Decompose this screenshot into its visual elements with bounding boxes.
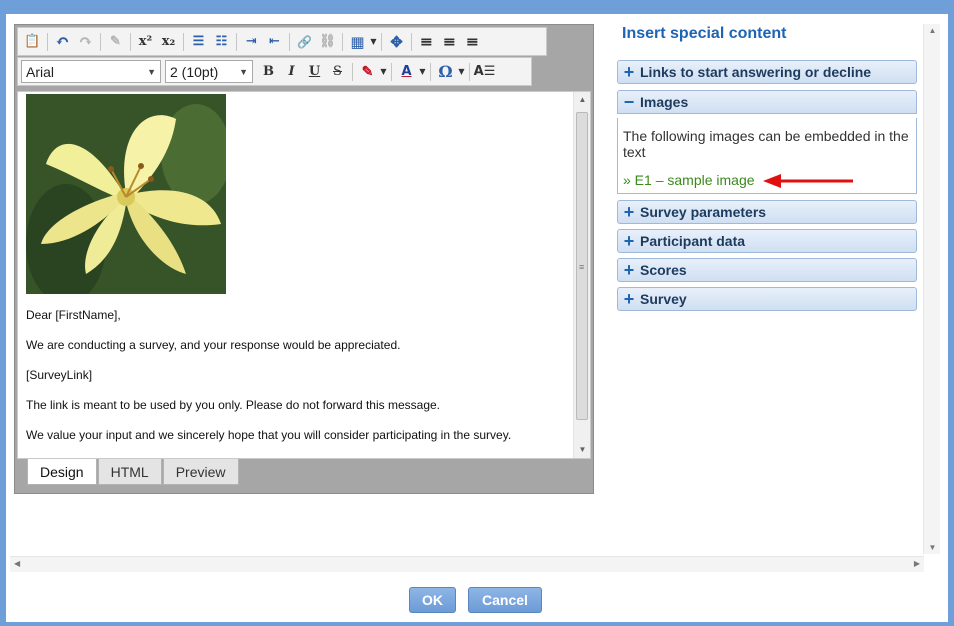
section-scores[interactable]: + Scores [617,258,917,282]
bold-button[interactable]: B [257,60,280,83]
plus-icon: + [623,202,635,222]
dialog-horizontal-scrollbar[interactable]: ◀ ▶ [10,556,924,572]
sample-flower-image [26,94,226,294]
paste-word-icon[interactable]: 📋 [21,30,44,53]
superscript-icon[interactable]: x² [134,30,157,53]
editor-vertical-scrollbar[interactable]: ▲ ≡ ▼ [573,92,590,458]
annotation-arrow [763,174,853,188]
italic-button[interactable]: I [280,60,303,83]
toolbar-row-1: 📋 ↶ ↷ ✎ x² x₂ ☰ ☷ ⇥ ⇤ 🔗 ⛓ ▦ ▼ ✥ ≡ ≡ ≡ [17,27,547,56]
remove-link-icon[interactable]: ⛓ [316,30,339,53]
tab-design[interactable]: Design [27,459,97,485]
chevron-down-icon: ▼ [239,66,248,77]
align-left-icon[interactable]: ≡ [415,30,438,53]
toolbar-row-2: Arial ▼ 2 (10pt) ▼ B I U S ✎ ▼ A ▼ Ω ▼ A… [17,57,532,86]
plus-icon: + [623,62,635,82]
section-label: Participant data [640,233,746,249]
section-survey-parameters[interactable]: + Survey parameters [617,200,917,224]
scroll-up-icon[interactable]: ▲ [574,92,590,108]
underline-button[interactable]: U [303,60,326,83]
section-label: Scores [640,262,687,278]
chevron-down-icon: ▼ [147,66,156,77]
editor-mode-tabs: Design HTML Preview [27,459,240,485]
undo-icon[interactable]: ↶ [51,30,74,53]
move-icon[interactable]: ✥ [385,30,408,53]
section-label: Images [640,94,689,110]
plus-icon: + [623,260,635,280]
section-label: Links to start answering or decline [640,64,872,80]
section-images[interactable]: − Images [617,90,917,114]
special-char-dropdown-icon[interactable]: ▼ [457,60,466,83]
scroll-down-icon[interactable]: ▼ [574,442,590,458]
insert-link-icon[interactable]: 🔗 [293,30,316,53]
font-size-select[interactable]: 2 (10pt) ▼ [165,60,253,83]
toolbar-separator [289,32,290,51]
format-stripper-icon[interactable]: ✎ [104,30,127,53]
section-label: Survey parameters [640,204,767,220]
tab-preview[interactable]: Preview [162,459,239,485]
toolbar-separator [381,32,382,51]
rich-text-editor: 📋 ↶ ↷ ✎ x² x₂ ☰ ☷ ⇥ ⇤ 🔗 ⛓ ▦ ▼ ✥ ≡ ≡ ≡ Ar… [14,24,594,494]
side-panel-title: Insert special content [622,25,787,42]
scroll-left-icon[interactable]: ◀ [14,559,20,568]
plus-icon: + [623,289,635,309]
dialog-vertical-scrollbar[interactable]: ▲ ▼ [923,24,940,554]
scroll-grip-icon: ≡ [579,262,585,272]
highlight-color-icon[interactable]: ✎ [356,60,379,83]
toolbar-separator [391,62,392,81]
format-block-icon[interactable]: A☰ [473,60,496,83]
ok-button[interactable]: OK [409,587,456,613]
table-dropdown-icon[interactable]: ▼ [369,30,378,53]
toolbar-separator [430,62,431,81]
section-links[interactable]: + Links to start answering or decline [617,60,917,84]
indent-icon[interactable]: ⇥ [240,30,263,53]
editor-content-area[interactable]: Dear [FirstName], We are conducting a su… [17,91,591,459]
highlight-dropdown-icon[interactable]: ▼ [379,60,388,83]
toolbar-separator [47,32,48,51]
body-line: Dear [FirstName], [26,308,121,322]
scroll-right-icon[interactable]: ▶ [914,559,920,568]
editor-document: Dear [FirstName], We are conducting a su… [18,92,574,458]
toolbar-separator [352,62,353,81]
toolbar-separator [236,32,237,51]
insert-table-icon[interactable]: ▦ [346,30,369,53]
font-size-value: 2 (10pt) [170,63,219,80]
plus-icon: + [623,231,635,251]
bullet-list-icon[interactable]: ☷ [210,30,233,53]
body-line: [SurveyLink] [26,368,93,382]
section-label: Survey [640,291,687,307]
tab-html[interactable]: HTML [97,459,162,485]
toolbar-separator [469,62,470,81]
font-family-select[interactable]: Arial ▼ [21,60,161,83]
cancel-button[interactable]: Cancel [468,587,542,613]
font-family-value: Arial [26,63,55,80]
section-participant-data[interactable]: + Participant data [617,229,917,253]
body-line: We value your input and we sincerely hop… [26,428,512,442]
images-description: The following images can be embedded in … [623,128,909,160]
font-color-dropdown-icon[interactable]: ▼ [418,60,427,83]
minus-icon: − [623,92,635,112]
font-color-button[interactable]: A [395,60,418,83]
align-right-icon[interactable]: ≡ [461,30,484,53]
scroll-down-icon[interactable]: ▼ [924,543,941,552]
scroll-up-icon[interactable]: ▲ [924,26,941,35]
strikethrough-button[interactable]: S [326,60,349,83]
dialog: 📋 ↶ ↷ ✎ x² x₂ ☰ ☷ ⇥ ⇤ 🔗 ⛓ ▦ ▼ ✥ ≡ ≡ ≡ Ar… [6,14,948,622]
subscript-icon[interactable]: x₂ [157,30,180,53]
body-line: We are conducting a survey, and your res… [26,338,401,352]
toolbar-separator [130,32,131,51]
toolbar-separator [183,32,184,51]
body-line: The link is meant to be used by you only… [26,398,440,412]
toolbar-separator [100,32,101,51]
section-survey[interactable]: + Survey [617,287,917,311]
toolbar-separator [342,32,343,51]
redo-icon[interactable]: ↷ [74,30,97,53]
align-center-icon[interactable]: ≡ [438,30,461,53]
toolbar-separator [411,32,412,51]
image-link-e1[interactable]: » E1 – sample image [623,172,755,188]
outdent-icon[interactable]: ⇤ [263,30,286,53]
special-char-button[interactable]: Ω [434,60,457,83]
numbered-list-icon[interactable]: ☰ [187,30,210,53]
